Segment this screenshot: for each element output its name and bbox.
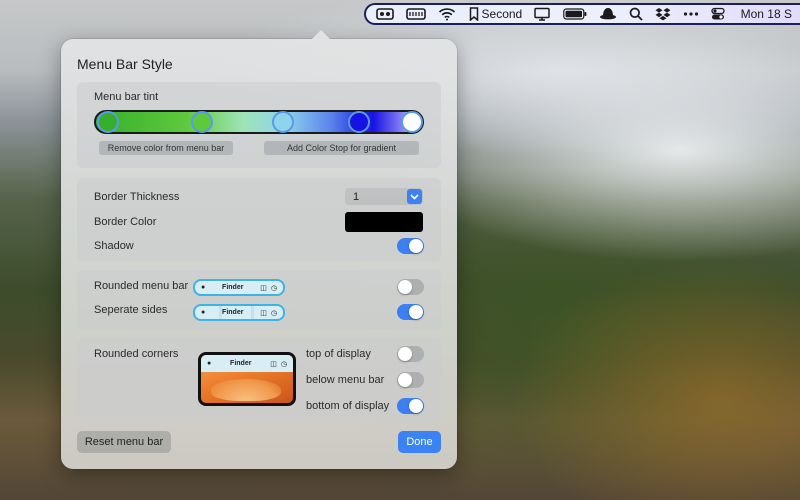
border-color-label: Border Color bbox=[94, 216, 157, 228]
below-menu-bar-label: below menu bar bbox=[306, 374, 385, 386]
rounded-corners-label: Rounded corners bbox=[94, 348, 179, 360]
rounded-preview-text: Finder bbox=[222, 284, 244, 291]
top-of-display-toggle[interactable] bbox=[397, 346, 424, 362]
top-of-display-label: top of display bbox=[306, 348, 371, 360]
border-section: Border Thickness 1 Border Color Shadow bbox=[77, 178, 441, 262]
shadow-label: Shadow bbox=[94, 240, 134, 252]
toggle-knob bbox=[398, 347, 412, 361]
menu-bar-style-popover: Menu Bar Style Menu bar tint Remove colo… bbox=[61, 30, 457, 469]
control-center-icon[interactable] bbox=[711, 5, 726, 23]
clock-icon: ◷ bbox=[270, 284, 277, 292]
keyboard-icon[interactable] bbox=[406, 5, 426, 23]
reset-menu-bar-button[interactable]: Reset menu bar bbox=[77, 431, 171, 453]
toggle-knob bbox=[398, 280, 412, 294]
corners-preview-text: Finder bbox=[230, 360, 252, 367]
toggle-knob bbox=[398, 373, 412, 387]
color-stop-1[interactable] bbox=[97, 111, 119, 133]
popover-arrow bbox=[311, 30, 331, 40]
separate-sides-toggle[interactable] bbox=[397, 304, 424, 320]
rounded-menu-bar-label: Rounded menu bar bbox=[94, 280, 189, 292]
bookmark-icon bbox=[469, 7, 478, 21]
search-icon[interactable] bbox=[629, 5, 643, 23]
toggle-knob bbox=[409, 305, 423, 319]
below-menu-bar-toggle[interactable] bbox=[397, 372, 424, 388]
control-center-icon: ◫ bbox=[260, 309, 267, 317]
dropbox-icon[interactable] bbox=[655, 5, 671, 23]
preview-menu-bar: ● Finder ◫ ◷ bbox=[201, 355, 293, 372]
remove-color-button[interactable]: Remove color from menu bar bbox=[99, 141, 233, 155]
toggle-knob bbox=[409, 399, 423, 413]
color-stop-4[interactable] bbox=[348, 111, 370, 133]
clock-icon: ◷ bbox=[280, 360, 287, 368]
popover-title: Menu Bar Style bbox=[77, 56, 173, 72]
apple-icon: ● bbox=[207, 360, 212, 367]
border-thickness-label: Border Thickness bbox=[94, 191, 180, 203]
color-stop-2[interactable] bbox=[191, 111, 213, 133]
corners-section: Rounded corners ● Finder ◫ ◷ top of disp… bbox=[77, 338, 441, 422]
wifi-icon[interactable] bbox=[438, 5, 456, 23]
preview-icons: ◫ ◷ bbox=[270, 360, 287, 368]
control-center-icon: ◫ bbox=[270, 360, 277, 368]
bottom-of-display-toggle[interactable] bbox=[397, 398, 424, 414]
color-stop-5[interactable] bbox=[401, 111, 423, 133]
separate-preview-text: Finder bbox=[222, 309, 244, 316]
border-thickness-value: 1 bbox=[353, 190, 360, 203]
rounded-menu-bar-toggle[interactable] bbox=[397, 279, 424, 295]
tint-label: Menu bar tint bbox=[94, 91, 159, 103]
menubar-clock[interactable]: Mon 18 S bbox=[738, 5, 792, 23]
battery-icon[interactable] bbox=[562, 5, 587, 23]
bottom-of-display-label: bottom of display bbox=[306, 400, 390, 412]
bookmark-second[interactable]: Second bbox=[469, 5, 523, 23]
wallpaper-wave bbox=[211, 379, 281, 401]
hat-icon[interactable] bbox=[599, 5, 617, 23]
control-center-icon: ◫ bbox=[260, 284, 267, 292]
shadow-toggle[interactable] bbox=[397, 238, 424, 254]
color-stop-3[interactable] bbox=[272, 111, 294, 133]
preview-icons: ◫ ◷ bbox=[260, 284, 277, 292]
menu-bar: Second Mon 18 S bbox=[364, 3, 800, 25]
bartender-icon[interactable] bbox=[376, 5, 394, 23]
tint-gradient-bar[interactable] bbox=[94, 110, 424, 134]
border-thickness-select[interactable]: 1 bbox=[345, 188, 423, 205]
apple-icon: ● bbox=[201, 309, 206, 316]
clock-icon: ◷ bbox=[270, 309, 277, 317]
more-icon[interactable] bbox=[683, 5, 699, 23]
apple-icon: ● bbox=[201, 284, 206, 291]
rounded-preview: ● Finder ◫ ◷ bbox=[193, 279, 285, 296]
clock-label: Mon 18 S bbox=[740, 7, 792, 21]
separate-preview: ● Finder ◫ ◷ bbox=[193, 304, 285, 321]
toggle-knob bbox=[409, 239, 423, 253]
add-color-stop-button[interactable]: Add Color Stop for gradient bbox=[264, 141, 419, 155]
separate-sides-label: Seperate sides bbox=[94, 304, 168, 316]
preview-icons: ◫ ◷ bbox=[260, 309, 277, 317]
display-icon[interactable] bbox=[534, 5, 551, 23]
chevron-down-icon bbox=[407, 189, 422, 204]
tint-section: Menu bar tint Remove color from menu bar… bbox=[77, 82, 441, 168]
shape-section: Rounded menu bar ● Finder ◫ ◷ Seperate s… bbox=[77, 270, 441, 330]
corners-preview: ● Finder ◫ ◷ bbox=[198, 352, 296, 406]
border-color-well[interactable] bbox=[345, 212, 423, 232]
done-button[interactable]: Done bbox=[398, 431, 441, 453]
second-label: Second bbox=[481, 7, 523, 21]
